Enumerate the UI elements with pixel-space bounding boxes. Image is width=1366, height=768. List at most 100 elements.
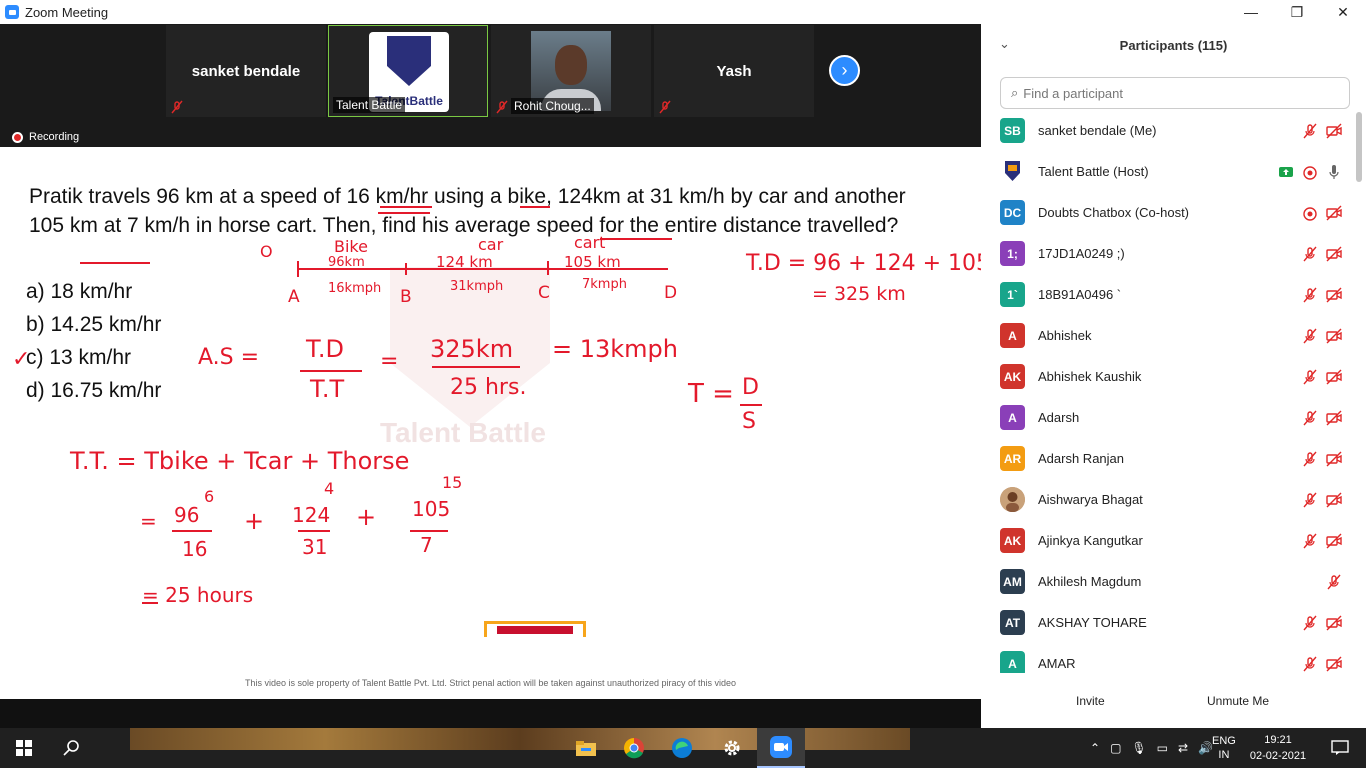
ink-label: cart [574,233,606,252]
language-indicator[interactable]: ENG IN [1212,728,1236,768]
network-icon[interactable]: ⇄ [1178,741,1188,755]
chrome-icon[interactable] [610,728,658,768]
ink-strokes [80,206,762,604]
participant-row[interactable]: AK Ajinkya Kangutkar [981,523,1353,564]
file-explorer-icon[interactable] [562,728,610,768]
participant-name: 18B91A0496 ` [1038,287,1122,302]
participant-row[interactable]: DC Doubts Chatbox (Co-host) [981,195,1353,236]
participant-name: Yash [716,63,752,80]
video-tile[interactable]: Yash [654,25,814,117]
participant-name: 17JD1A0249 ;) [1038,246,1125,261]
participant-row[interactable]: Talent Battle (Host) [981,154,1353,195]
participant-name: Doubts Chatbox (Co-host) [1038,205,1190,220]
ink-label: 15 [442,473,463,492]
windows-start-icon[interactable] [0,728,48,768]
mic-muted-icon [1301,450,1319,468]
participant-row[interactable]: AK Abhishek Kaushik [981,359,1353,400]
ink-label: 31 [302,535,328,559]
participant-name: Talent Battle (Host) [1038,164,1149,179]
ink-label: + [244,507,265,535]
video-off-icon [1325,532,1343,550]
microphone-icon[interactable]: 🎙 [1131,741,1146,755]
participant-row[interactable]: A Abhishek [981,318,1353,359]
video-off-icon [1325,491,1343,509]
avatar: DC [1000,200,1025,225]
zoom-taskbar-icon[interactable] [757,728,805,768]
participant-name: Adarsh [1038,410,1080,425]
microphone-icon [1325,163,1343,181]
video-off-icon [1325,368,1343,386]
avatar: AR [1000,446,1025,471]
ink-label: T.T [310,375,345,403]
participant-row[interactable]: A AMAR [981,646,1353,673]
participants-title: Participants (115) [1119,38,1228,53]
mic-muted-icon [496,100,508,114]
ink-label: 124 km [436,253,493,271]
mic-muted-icon [1325,573,1343,591]
participant-row[interactable]: AT AKSHAY TOHARE [981,605,1353,646]
ink-label: B [400,287,412,307]
mic-muted-icon [1301,655,1319,673]
participant-row[interactable]: 1` 18B91A0496 ` [981,277,1353,318]
ink-label: O [260,242,273,261]
mic-muted-icon [1301,286,1319,304]
ink-label: D [742,375,759,400]
participant-row[interactable]: 1; 17JD1A0249 ;) [981,236,1353,277]
ink-label: + [356,503,377,531]
battery-icon[interactable]: ▭ [1157,741,1168,755]
meet-now-icon[interactable]: ▢ [1110,741,1121,755]
ink-label: T.D [306,335,344,363]
search-icon: ⌕ [1011,85,1019,100]
participant-list: SB sanket bendale (Me) Talent Battle (Host… [981,113,1353,673]
next-page-button[interactable]: › [829,55,860,86]
ink-label: 16kmph [328,281,382,296]
mic-muted-icon [1301,491,1319,509]
participant-name: AKSHAY TOHARE [1038,615,1147,630]
search-icon[interactable] [48,728,96,768]
participant-row[interactable]: SB sanket bendale (Me) [981,113,1353,154]
minimize-button[interactable]: — [1228,0,1274,24]
ink-label: 6 [204,487,215,506]
avatar: AM [1000,569,1025,594]
search-placeholder: Find a participant [1023,85,1124,101]
ink-label: A [288,287,300,307]
window-title: Zoom Meeting [25,4,109,20]
video-tile[interactable]: Rohit Choug... [491,25,651,117]
participant-row[interactable]: A Adarsh [981,400,1353,441]
mic-muted-icon [1301,614,1319,632]
video-tile-active-speaker[interactable]: TalentBattle Talent Battle [328,25,488,117]
speaker-icon[interactable]: 🔊 [1198,741,1213,755]
settings-gear-icon[interactable] [708,728,756,768]
notifications-icon[interactable] [1316,728,1364,768]
video-off-icon [1325,655,1343,673]
edge-icon[interactable] [658,728,706,768]
shared-screen: Talent Battle Pratik travels 96 km at a … [0,147,981,699]
avatar: A [1000,405,1025,430]
ink-label: = [140,509,157,533]
mic-muted-icon [1301,245,1319,263]
avatar [1000,487,1025,512]
scrollbar[interactable] [1356,112,1362,182]
zoom-app-icon [5,5,19,19]
video-off-icon [1325,409,1343,427]
restore-button[interactable]: ❐ [1274,0,1320,24]
banner-box [484,621,586,637]
avatar: 1` [1000,282,1025,307]
participant-name: sanket bendale (Me) [1038,123,1157,138]
search-input[interactable]: ⌕ Find a participant [1000,77,1350,109]
participant-name: Abhishek Kaushik [1038,369,1142,384]
unmute-me-button[interactable]: Unmute Me [1199,691,1277,713]
avatar: AT [1000,610,1025,635]
video-tile[interactable]: sanket bendale [166,25,326,117]
chevron-up-icon[interactable]: ⌃ [1090,741,1100,755]
ink-label: 16 [182,537,208,561]
clock[interactable]: 19:21 02-02-2021 [1248,728,1308,768]
close-button[interactable]: ✕ [1320,0,1366,24]
participant-row[interactable]: AM Akhilesh Magdum [981,564,1353,605]
invite-button[interactable]: Invite [1068,691,1113,713]
participant-row[interactable]: AR Adarsh Ranjan [981,441,1353,482]
mic-muted-icon [171,100,183,114]
participant-row[interactable]: Aishwarya Bhagat [981,482,1353,523]
avatar: AK [1000,364,1025,389]
participant-name: AMAR [1038,656,1076,671]
